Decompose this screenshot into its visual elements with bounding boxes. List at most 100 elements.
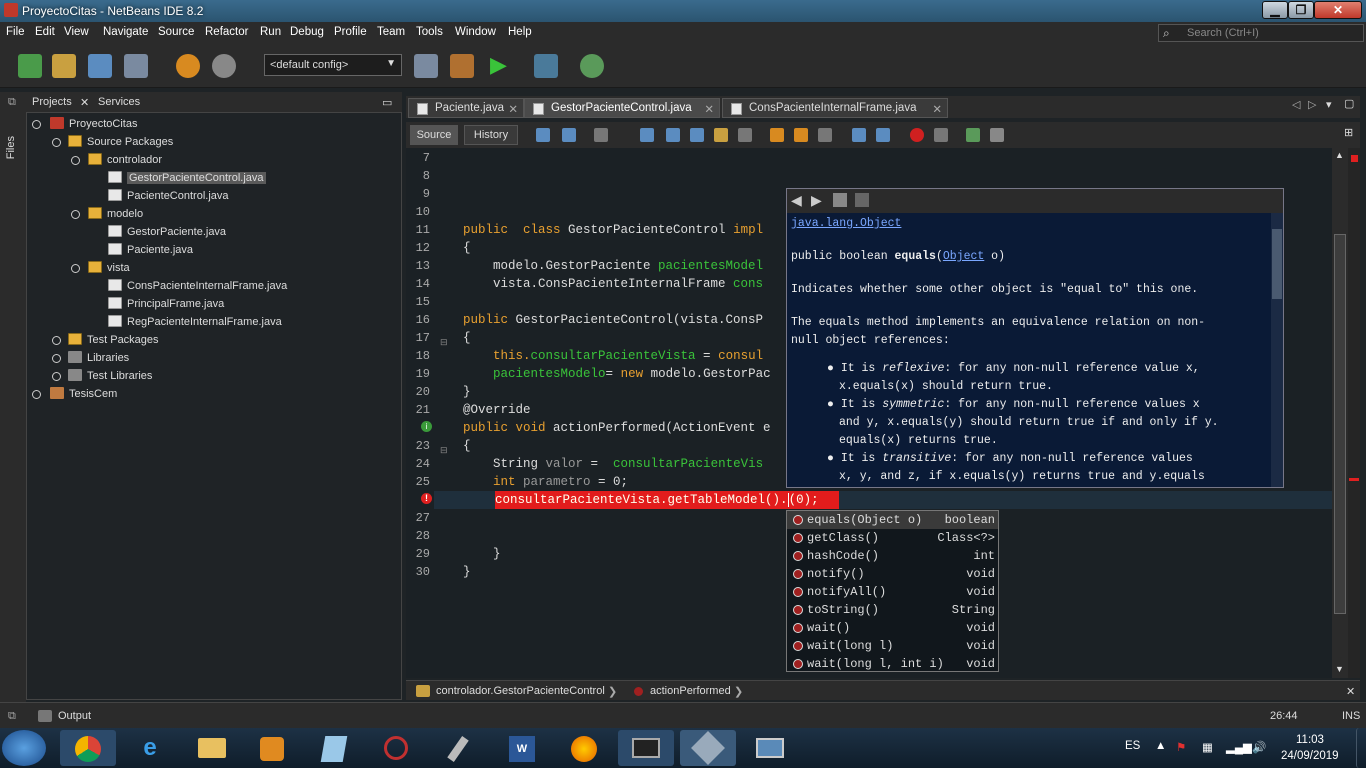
- menu-navigate[interactable]: Navigate: [103, 26, 148, 38]
- back-icon[interactable]: [536, 128, 550, 142]
- tree-node-package[interactable]: modelo: [88, 207, 143, 225]
- language-indicator[interactable]: ES: [1125, 740, 1140, 752]
- tab-list-icon[interactable]: ▾: [1326, 98, 1332, 111]
- run-icon[interactable]: ▶: [490, 54, 510, 78]
- profile-icon[interactable]: [580, 54, 604, 78]
- breadcrumb-method[interactable]: actionPerformed: [650, 685, 731, 697]
- save-all-icon[interactable]: [124, 54, 148, 78]
- next-bookmark-icon[interactable]: [794, 128, 808, 142]
- volume-icon[interactable]: 🔊: [1252, 740, 1266, 754]
- clock-date[interactable]: 24/09/2019: [1281, 750, 1339, 762]
- scroll-up-icon[interactable]: ▲: [1335, 150, 1344, 160]
- breadcrumb-class[interactable]: controlador.GestorPacienteControl: [436, 685, 605, 697]
- word-icon[interactable]: W: [494, 730, 550, 766]
- tab-services[interactable]: Services: [98, 96, 140, 108]
- redo-icon[interactable]: [212, 54, 236, 78]
- history-button[interactable]: History: [464, 125, 518, 145]
- completion-item[interactable]: toString() String: [787, 601, 998, 619]
- tree-node-libraries[interactable]: Libraries: [68, 351, 129, 369]
- find-previous-icon[interactable]: [666, 128, 680, 142]
- firefox-icon[interactable]: [556, 730, 612, 766]
- comment-icon[interactable]: [966, 128, 980, 142]
- error-stripe-marker[interactable]: [1349, 478, 1359, 481]
- network-icon[interactable]: ▦: [1202, 740, 1213, 754]
- shift-left-icon[interactable]: [852, 128, 866, 142]
- object-link[interactable]: Object: [943, 250, 984, 263]
- tree-node-file[interactable]: GestorPaciente.java: [108, 225, 226, 243]
- snipping-tool-icon[interactable]: [368, 730, 424, 766]
- menu-debug[interactable]: Debug: [290, 26, 324, 38]
- tree-node-test-packages[interactable]: Test Packages: [68, 333, 159, 351]
- error-marker-icon[interactable]: !: [421, 493, 432, 504]
- new-file-icon[interactable]: [18, 54, 42, 78]
- fold-toggle-icon[interactable]: ⊟: [440, 337, 448, 348]
- expand-toggle-icon[interactable]: [52, 372, 61, 381]
- find-icon[interactable]: [640, 128, 654, 142]
- completion-item[interactable]: hashCode() int: [787, 547, 998, 565]
- completion-item[interactable]: notify() void: [787, 565, 998, 583]
- undo-icon[interactable]: [176, 54, 200, 78]
- tree-node-file[interactable]: ConsPacienteInternalFrame.java: [108, 279, 287, 297]
- scroll-down-icon[interactable]: ▼: [1335, 664, 1344, 674]
- tray-expand-icon[interactable]: ▲: [1155, 740, 1166, 752]
- completion-item[interactable]: equals(Object o) boolean: [787, 511, 998, 529]
- tab-projects-close-icon[interactable]: ✕: [80, 96, 89, 109]
- forward-icon[interactable]: ▶: [811, 192, 822, 209]
- remote-desktop-icon[interactable]: [742, 730, 798, 766]
- expand-toggle-icon[interactable]: [32, 390, 41, 399]
- toggle-bookmark-icon[interactable]: [818, 128, 832, 142]
- close-button[interactable]: ✕: [1314, 1, 1362, 19]
- expand-toggle-icon[interactable]: [52, 138, 61, 147]
- output-tab[interactable]: Output: [58, 710, 91, 722]
- menu-file[interactable]: File: [6, 26, 25, 38]
- menu-tools[interactable]: Tools: [416, 26, 443, 38]
- start-macro-icon[interactable]: [910, 128, 924, 142]
- tab-files[interactable]: Files: [5, 136, 17, 159]
- file-explorer-icon[interactable]: [184, 730, 240, 766]
- go-to-source-icon[interactable]: [855, 193, 869, 207]
- maximize-button[interactable]: ❐: [1288, 1, 1314, 19]
- expand-toggle-icon[interactable]: [71, 156, 80, 165]
- tree-node-file[interactable]: PacienteControl.java: [108, 189, 229, 207]
- signal-icon[interactable]: ▂▄▆: [1226, 740, 1252, 754]
- terminal-icon[interactable]: [618, 730, 674, 766]
- scroll-thumb[interactable]: [1334, 234, 1346, 614]
- toggle-highlight-icon[interactable]: [714, 128, 728, 142]
- scroll-thumb[interactable]: [1272, 229, 1282, 299]
- clock-time[interactable]: 11:03: [1296, 734, 1324, 746]
- tab-projects[interactable]: Projects: [32, 96, 72, 108]
- panel-restore-icon[interactable]: ⧉: [8, 96, 16, 109]
- menu-window[interactable]: Window: [455, 26, 496, 38]
- tree-node-source-packages[interactable]: Source Packages: [68, 135, 173, 153]
- tree-node-package[interactable]: controlador: [88, 153, 162, 171]
- panel-minimize-icon[interactable]: ▭: [382, 96, 392, 109]
- tree-node-file[interactable]: GestorPacienteControl.java: [108, 171, 266, 189]
- minimize-button[interactable]: ▁: [1262, 1, 1288, 19]
- previous-bookmark-icon[interactable]: [770, 128, 784, 142]
- tree-node-project[interactable]: ProyectoCitas: [50, 117, 137, 135]
- tab-gestor-paciente-control[interactable]: GestorPacienteControl.java ✕: [524, 98, 720, 118]
- stop-macro-icon[interactable]: [934, 128, 948, 142]
- files-side-tab[interactable]: Files: [0, 112, 26, 702]
- maximize-editor-icon[interactable]: ▢: [1344, 97, 1354, 110]
- close-breadcrumb-icon[interactable]: ✕: [1346, 685, 1355, 698]
- completion-item[interactable]: wait(long l) void: [787, 637, 998, 655]
- clean-build-icon[interactable]: [450, 54, 474, 78]
- menu-help[interactable]: Help: [508, 26, 532, 38]
- config-select[interactable]: <default config> ▼: [264, 54, 402, 76]
- expand-toggle-icon[interactable]: [71, 210, 80, 219]
- tree-node-file[interactable]: RegPacienteInternalFrame.java: [108, 315, 282, 333]
- expand-toggle-icon[interactable]: [52, 354, 61, 363]
- completion-item[interactable]: wait() void: [787, 619, 998, 637]
- completion-item[interactable]: notifyAll() void: [787, 583, 998, 601]
- internet-explorer-icon[interactable]: e: [122, 730, 178, 766]
- toggle-rect-select-icon[interactable]: [738, 128, 752, 142]
- tree-node-file[interactable]: Paciente.java: [108, 243, 193, 261]
- menu-team[interactable]: Team: [377, 26, 405, 38]
- expand-toggle-icon[interactable]: [32, 120, 41, 129]
- build-icon[interactable]: [414, 54, 438, 78]
- last-edit-icon[interactable]: [594, 128, 608, 142]
- notepad-icon[interactable]: [306, 730, 362, 766]
- restore-panel-icon[interactable]: ⧉: [8, 710, 16, 723]
- uncomment-icon[interactable]: [990, 128, 1004, 142]
